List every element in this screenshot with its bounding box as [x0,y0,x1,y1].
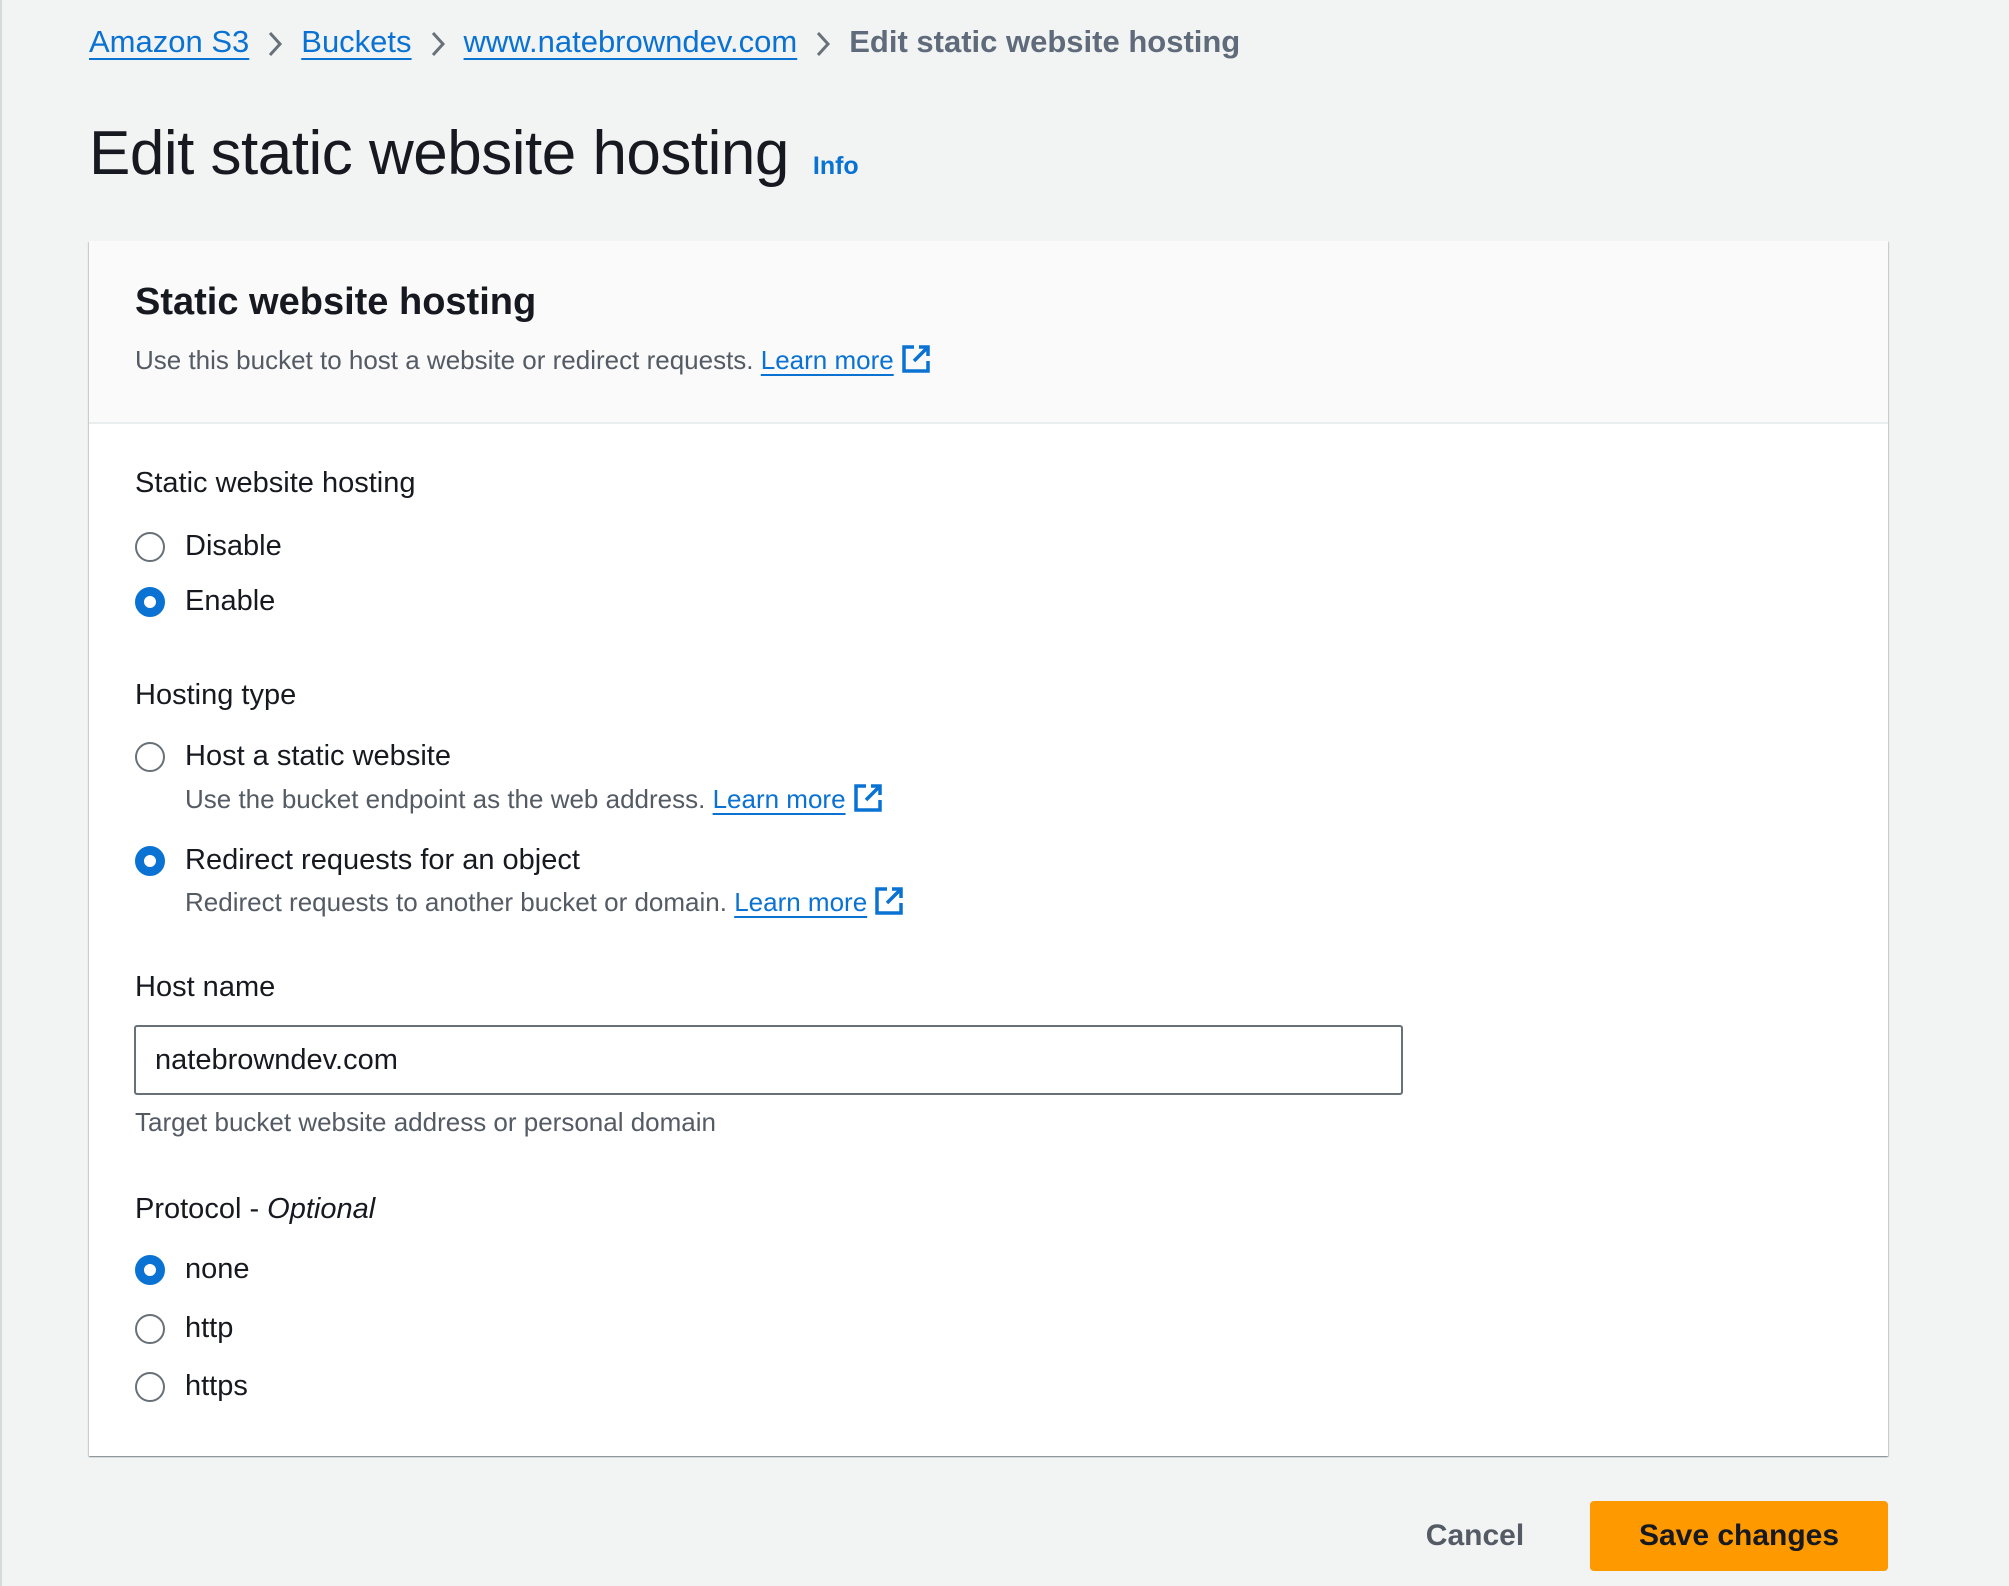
radio-label: https [185,1370,248,1402]
breadcrumb-buckets[interactable]: Buckets [301,24,411,60]
learn-more-link[interactable]: Learn more [734,887,905,917]
radio-button-checked[interactable] [135,845,165,876]
chevron-right-icon [797,24,849,60]
chevron-right-icon [249,24,301,60]
external-link-icon [853,784,882,812]
radio-label: Redirect requests for an object [185,844,580,876]
radio-disable[interactable]: Disable [135,530,282,563]
radio-label: Enable [185,585,276,617]
radio-button-checked[interactable] [135,1254,165,1285]
panel-description-text: Use this bucket to host a website or red… [135,345,754,375]
breadcrumb: Amazon S3 Buckets www.natebrowndev.com E… [89,18,1240,66]
learn-more-link[interactable]: Learn more [713,784,884,814]
chevron-right-icon [412,24,464,60]
radio-enable[interactable]: Enable [135,585,275,618]
save-changes-button[interactable]: Save changes [1590,1501,1888,1571]
hosting-field-label: Static website hosting [135,467,416,499]
host-name-label: Host name [135,971,276,1003]
breadcrumb-bucket-name[interactable]: www.natebrowndev.com [464,24,798,60]
hosting-type-label: Hosting type [135,679,297,711]
host-name-hint: Target bucket website address or persona… [135,1107,716,1137]
radio-button[interactable] [135,1313,165,1344]
learn-more-link[interactable]: Learn more [761,345,932,375]
protocol-label: Protocol - Optional [135,1193,375,1226]
radio-label: Host a static website [185,740,451,772]
page-title: Edit static website hosting [89,119,789,188]
learn-more-label: Learn more [734,887,868,917]
radio-host-static-website[interactable]: Host a static website [135,740,451,773]
radio-protocol-http[interactable]: http [135,1312,233,1345]
protocol-label-text: Protocol - [135,1193,268,1225]
panel-header: Static website hosting Use this bucket t… [89,241,1888,424]
host-name-input[interactable] [134,1025,1403,1095]
panel-title: Static website hosting [135,281,537,323]
radio-button[interactable] [135,531,165,562]
redirect-description: Redirect requests to another bucket or d… [185,885,905,918]
radio-protocol-none[interactable]: none [135,1253,250,1286]
page-left-border [0,0,2,1586]
breadcrumb-current: Edit static website hosting [849,24,1241,59]
external-link-icon [875,887,903,915]
radio-label: Disable [185,530,282,562]
radio-button[interactable] [135,741,165,772]
breadcrumb-amazon-s3[interactable]: Amazon S3 [89,24,249,60]
description-text: Redirect requests to another bucket or d… [185,887,727,917]
info-link[interactable]: Info [813,152,859,181]
panel-description: Use this bucket to host a website or red… [135,343,932,376]
page-header: Edit static website hosting Info [89,118,859,189]
radio-redirect-requests[interactable]: Redirect requests for an object [135,844,580,877]
static-website-hosting-panel: Static website hosting Use this bucket t… [89,241,1888,1456]
radio-label: http [185,1312,234,1344]
description-text: Use the bucket endpoint as the web addre… [185,784,706,814]
host-static-description: Use the bucket endpoint as the web addre… [185,782,884,815]
radio-button[interactable] [135,1371,165,1402]
radio-label: none [185,1253,250,1285]
cancel-button[interactable]: Cancel [1400,1501,1550,1571]
learn-more-label: Learn more [712,784,846,814]
radio-protocol-https[interactable]: https [135,1370,248,1403]
radio-button-checked[interactable] [135,586,165,617]
external-link-icon [901,345,930,373]
learn-more-label: Learn more [760,345,894,375]
optional-tag: Optional [267,1193,376,1225]
